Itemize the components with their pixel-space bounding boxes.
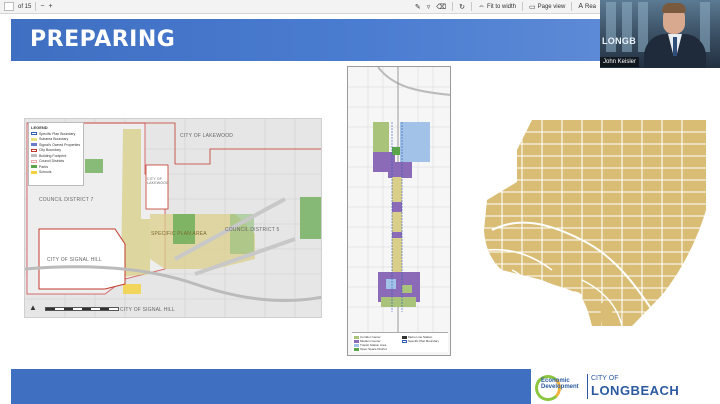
corridor-map-graphic bbox=[348, 67, 450, 355]
rotate-icon[interactable]: ↻ bbox=[459, 3, 465, 11]
map-label-council7: COUNCIL DISTRICT 7 bbox=[39, 197, 94, 203]
webcam-person-hair bbox=[662, 3, 686, 13]
toolbar-separator bbox=[522, 2, 523, 11]
read-aloud-icon: A bbox=[578, 3, 583, 10]
scale-bar bbox=[45, 307, 119, 311]
legend-item: Parks bbox=[31, 165, 81, 169]
page-number-input[interactable] bbox=[4, 2, 14, 11]
context-map-legend: LEGEND Specific Plan Boundary Subarea Bo… bbox=[28, 122, 84, 186]
corridor-map: Corridor Center Medium Center Transit St… bbox=[347, 66, 451, 356]
toolbar-right: ✎ ▿ ⌫ ↻ ⇔ Fit to width ▭ Page view A Rea bbox=[415, 2, 600, 11]
webcam-name-tag: John Keisler bbox=[600, 57, 640, 67]
slide-footer-bar bbox=[11, 369, 531, 404]
legend-item: City Boundary bbox=[31, 148, 81, 152]
legend-item: Subarea Boundary bbox=[31, 137, 81, 141]
street-grid-graphic bbox=[484, 120, 706, 326]
slide: PREPARING LEGEND Specific Plan Boundary … bbox=[0, 14, 720, 404]
toolbar-separator bbox=[452, 2, 454, 11]
page-view-label: Page view bbox=[537, 3, 566, 10]
zoom-out-icon[interactable]: − bbox=[40, 3, 44, 10]
long-beach-logo-text: LONGBEACH bbox=[591, 383, 680, 398]
read-aloud-button[interactable]: A Rea bbox=[578, 3, 596, 10]
erase-icon[interactable]: ⌫ bbox=[436, 3, 446, 11]
fit-width-icon: ⇔ bbox=[477, 3, 485, 10]
legend-title: LEGEND bbox=[31, 125, 48, 130]
slide-title: PREPARING bbox=[30, 27, 176, 52]
legend-item: Open Space District bbox=[354, 347, 387, 351]
webcam-background-sign: LONGB bbox=[602, 36, 636, 46]
toolbar-separator bbox=[571, 2, 573, 11]
city-of-text: CITY OF bbox=[591, 375, 619, 382]
draw-icon[interactable]: ✎ bbox=[415, 3, 421, 11]
fit-to-width-label: Fit to width bbox=[486, 3, 516, 10]
street-grid-map bbox=[482, 120, 706, 326]
logo-area: Economic Development CITY OF LONGBEACH bbox=[531, 369, 720, 404]
logo-divider bbox=[587, 374, 588, 399]
webcam-feed: LONGB John Keisler bbox=[600, 0, 720, 68]
toolbar-separator bbox=[470, 2, 472, 11]
legend-item: Building Footprint bbox=[31, 154, 81, 158]
econ-logo-text: Economic Development bbox=[541, 378, 579, 390]
map-label-lakewood-inner: CITY OF LAKEWOOD bbox=[147, 177, 169, 185]
map-label-signal-hill-inner: CITY OF SIGNAL HILL bbox=[47, 257, 102, 263]
fit-to-width-button[interactable]: ⇔ Fit to width bbox=[478, 3, 516, 10]
toolbar-separator bbox=[35, 2, 37, 11]
legend-item: Schools bbox=[31, 170, 81, 174]
page-view-icon: ▭ bbox=[529, 3, 536, 11]
corridor-map-legend: Corridor Center Medium Center Transit St… bbox=[352, 332, 448, 352]
map-label-council5: COUNCIL DISTRICT 5 bbox=[225, 227, 280, 233]
page-view-button[interactable]: ▭ Page view bbox=[529, 3, 565, 11]
webcam-person-tie bbox=[673, 37, 677, 56]
legend-item: Signal's Owned Properties bbox=[31, 143, 81, 147]
legend-item: Specific Plan Boundary bbox=[402, 339, 439, 343]
legend-item: Specific Plan Boundary bbox=[31, 132, 81, 136]
legend-item: Council Districts bbox=[31, 159, 81, 163]
context-map: LEGEND Specific Plan Boundary Subarea Bo… bbox=[24, 118, 322, 318]
map-label-signal-hill-bottom: CITY OF SIGNAL HILL bbox=[120, 307, 175, 313]
highlight-icon[interactable]: ▿ bbox=[427, 3, 431, 11]
toolbar-left: of 15 − + bbox=[0, 2, 53, 11]
north-arrow-icon: ▲ bbox=[29, 303, 37, 312]
page-indicator: of 15 bbox=[18, 3, 32, 10]
screen: of 15 − + ✎ ▿ ⌫ ↻ ⇔ Fit to width ▭ Page … bbox=[0, 0, 720, 404]
map-label-lakewood: CITY OF LAKEWOOD bbox=[180, 133, 234, 139]
zoom-in-icon[interactable]: + bbox=[48, 3, 52, 10]
read-aloud-label: Rea bbox=[584, 3, 596, 10]
pdf-toolbar: of 15 − + ✎ ▿ ⌫ ↻ ⇔ Fit to width ▭ Page … bbox=[0, 0, 600, 14]
map-label-specific-plan: SPECIFIC PLAN AREA bbox=[151, 231, 207, 237]
slide-title-bar: PREPARING bbox=[11, 19, 600, 61]
economic-development-logo: Economic Development bbox=[535, 373, 581, 401]
